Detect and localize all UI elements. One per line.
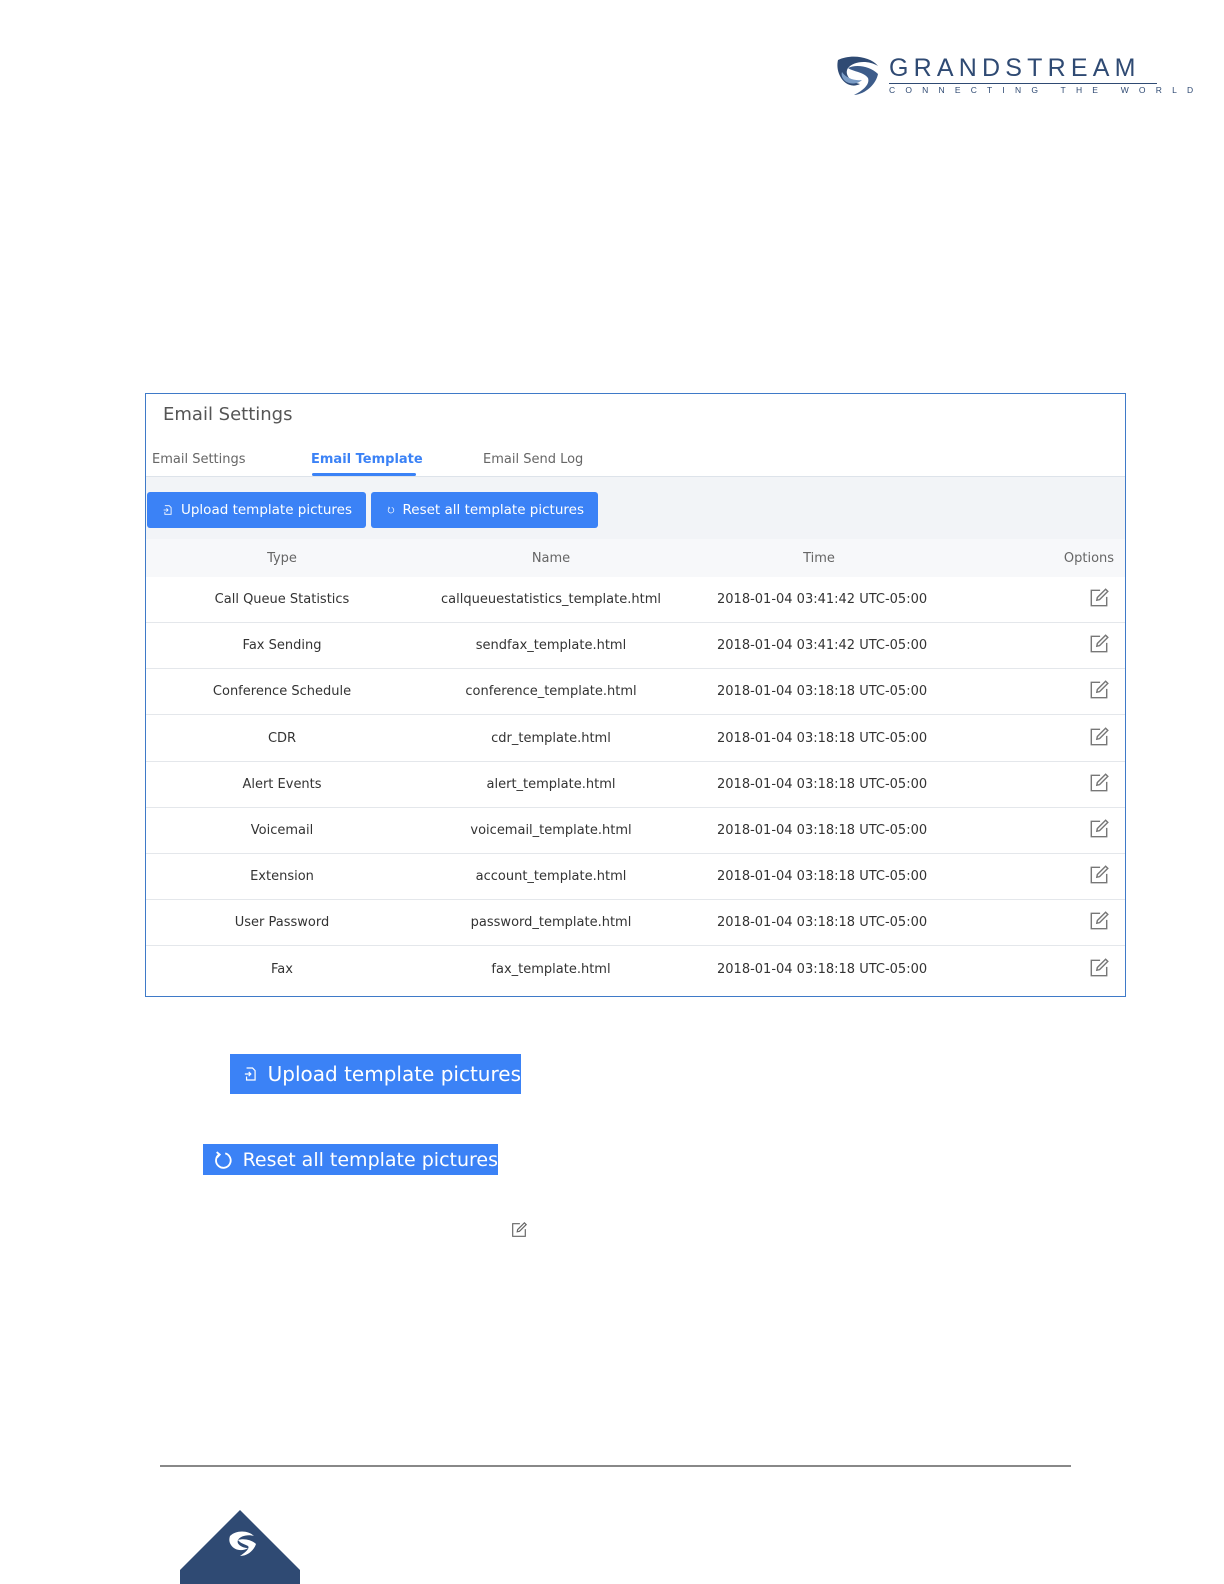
- email-settings-panel: Email Settings Email Settings Email Temp…: [145, 393, 1126, 997]
- cell-name: alert_template.html: [486, 776, 616, 792]
- cell-type: Conference Schedule: [212, 684, 352, 700]
- toolbar: Upload template pictures Reset all templ…: [146, 477, 1125, 539]
- cell-type: Voicemail: [250, 823, 314, 838]
- cell-time: 2018-01-04 03:18:18 UTC-05:00: [717, 776, 928, 792]
- edit-icon[interactable]: [1088, 818, 1110, 840]
- edit-icon[interactable]: [1088, 726, 1110, 748]
- tab-email-settings[interactable]: Email Settings: [152, 452, 246, 467]
- cell-time: 2018-01-04 03:41:42 UTC-05:00: [717, 592, 928, 607]
- refresh-icon: [387, 506, 395, 514]
- edit-icon: [512, 1221, 528, 1237]
- upload-file-icon: [244, 1067, 256, 1081]
- tab-email-template[interactable]: Email Template: [311, 452, 423, 467]
- brand-underline: [889, 83, 1157, 84]
- table-row: Conference Schedule conference_template.h…: [146, 669, 1125, 716]
- cell-name: fax_template.html: [491, 961, 611, 977]
- cell-name: sendfax_template.html: [475, 638, 627, 654]
- grandstream-footer-logo-icon: [180, 1510, 300, 1584]
- table-row: Alert Events alert_template.html 2018-01-0…: [146, 762, 1125, 808]
- reset-button-large-label: Reset all template pictures: [242, 1148, 498, 1171]
- cell-type: Fax Sending: [242, 638, 322, 654]
- cell-name: callqueuestatistics_template.html: [441, 592, 661, 607]
- cell-type: Alert Events: [242, 776, 322, 792]
- edit-icon[interactable]: [1088, 633, 1110, 655]
- column-header-time[interactable]: Time: [803, 551, 835, 566]
- cell-type: CDR: [267, 730, 297, 746]
- cell-type: User Password: [234, 915, 330, 931]
- edit-icon[interactable]: [1088, 587, 1110, 609]
- cell-time: 2018-01-04 03:18:18 UTC-05:00: [717, 915, 928, 931]
- cell-time: 2018-01-04 03:18:18 UTC-05:00: [717, 823, 928, 838]
- column-header-options: Options: [1063, 551, 1115, 566]
- edit-icon[interactable]: [1088, 910, 1110, 932]
- grandstream-logo: GRANDSTREAM CONNECTING THE WORLD: [836, 54, 1193, 98]
- table-row: Voicemail voicemail_template.html 2018-01-…: [146, 808, 1125, 854]
- cell-name: conference_template.html: [465, 684, 637, 700]
- table-row: Fax fax_template.html 2018-01-04 03:18:18 …: [146, 947, 1125, 993]
- cell-time: 2018-01-04 03:18:18 UTC-05:00: [717, 730, 928, 746]
- table-header: Type Name Time Options: [146, 539, 1125, 577]
- upload-button-label: Upload template pictures: [180, 502, 352, 518]
- grandstream-swoosh-icon: [837, 56, 878, 95]
- cell-time: 2018-01-04 03:18:18 UTC-05:00: [717, 961, 928, 977]
- reset-all-template-pictures-button[interactable]: Reset all template pictures: [371, 492, 598, 528]
- column-header-name[interactable]: Name: [532, 551, 570, 566]
- edit-icon[interactable]: [1088, 679, 1110, 701]
- upload-file-icon: [163, 505, 172, 515]
- cell-type: Extension: [250, 869, 314, 885]
- column-header-type[interactable]: Type: [267, 551, 297, 566]
- brand-name: GRANDSTREAM: [889, 54, 1141, 82]
- cell-type: Call Queue Statistics: [214, 592, 350, 607]
- table-row: Extension account_template.html 2018-01-04…: [146, 854, 1125, 901]
- upload-template-pictures-button[interactable]: Upload template pictures: [147, 492, 366, 528]
- reset-button-label: Reset all template pictures: [402, 502, 585, 518]
- tab-email-send-log[interactable]: Email Send Log: [483, 452, 583, 467]
- cell-name: account_template.html: [475, 869, 627, 885]
- table-row: CDR cdr_template.html 2018-01-04 03:18:18 …: [146, 716, 1125, 762]
- reset-all-template-pictures-button-large[interactable]: Reset all template pictures: [203, 1144, 498, 1175]
- upload-button-large-label: Upload template pictures: [267, 1062, 521, 1086]
- upload-template-pictures-button-large[interactable]: Upload template pictures: [230, 1054, 521, 1094]
- cell-time: 2018-01-04 03:18:18 UTC-05:00: [717, 684, 928, 700]
- refresh-icon: [215, 1150, 232, 1169]
- table-row: Fax Sending sendfax_template.html 2018-01-…: [146, 623, 1125, 670]
- cell-name: voicemail_template.html: [470, 823, 632, 838]
- cell-type: Fax: [271, 961, 293, 977]
- edit-icon[interactable]: [1088, 957, 1110, 979]
- panel-title: Email Settings: [163, 404, 293, 425]
- edit-icon[interactable]: [1088, 772, 1110, 794]
- brand-tagline: CONNECTING THE WORLD: [889, 85, 1204, 95]
- footer-divider: [160, 1465, 1071, 1467]
- cell-name: cdr_template.html: [491, 730, 611, 746]
- cell-name: password_template.html: [470, 915, 632, 931]
- cell-time: 2018-01-04 03:41:42 UTC-05:00: [717, 638, 928, 654]
- edit-icon[interactable]: [1088, 864, 1110, 886]
- cell-time: 2018-01-04 03:18:18 UTC-05:00: [717, 869, 928, 885]
- table-row: User Password password_template.html 2018-…: [146, 900, 1125, 947]
- table-row: Call Queue Statistics callqueuestatistics…: [146, 577, 1125, 623]
